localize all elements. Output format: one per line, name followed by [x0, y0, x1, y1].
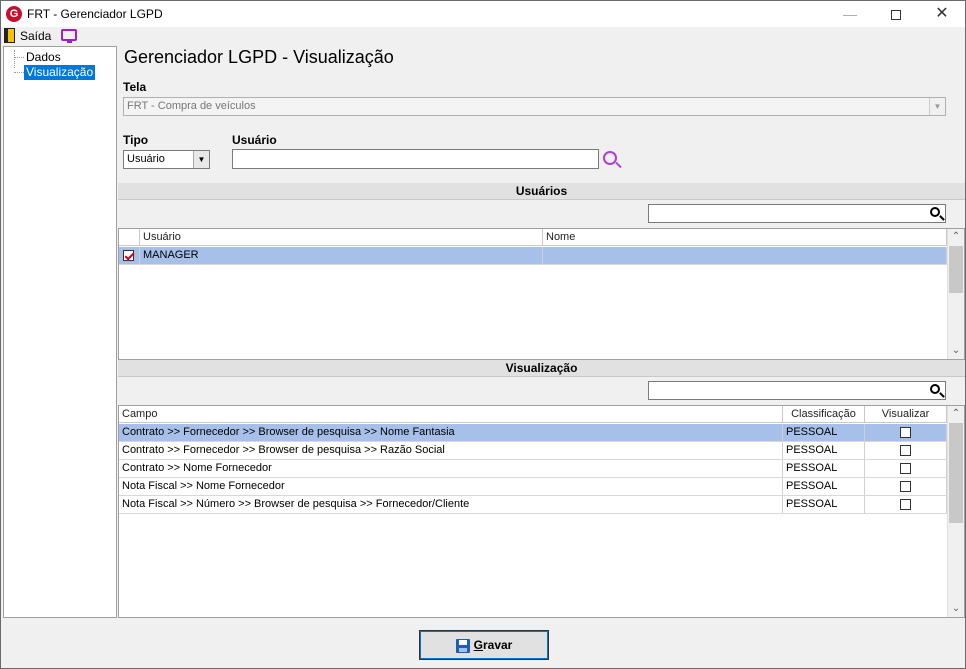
tela-label: Tela	[123, 80, 147, 94]
table-row[interactable]: Contrato >> Fornecedor >> Browser de pes…	[119, 442, 947, 460]
usuarios-grid: Usuário Nome MANAGER ⌃ ⌄	[118, 228, 965, 360]
select-column-header	[119, 229, 140, 246]
tipo-label: Tipo	[123, 133, 149, 147]
checkbox-unchecked-icon[interactable]	[900, 462, 911, 474]
cell-campo: Nota Fiscal >> Número >> Browser de pesq…	[119, 496, 783, 513]
checkbox-unchecked-icon[interactable]	[900, 426, 911, 438]
checkbox-unchecked-icon[interactable]	[900, 480, 911, 492]
table-row[interactable]: Nota Fiscal >> Número >> Browser de pesq…	[119, 496, 947, 514]
tela-select-value: FRT - Compra de veículos	[127, 100, 256, 112]
visualizar-checkbox-cell[interactable]	[865, 442, 947, 459]
maximize-button[interactable]	[873, 1, 919, 27]
tree-connector	[14, 50, 15, 68]
save-button-label: ravar	[482, 638, 513, 652]
usuario-input[interactable]	[232, 149, 599, 169]
visualizacao-search-input[interactable]	[648, 381, 946, 400]
cell-classificacao: PESSOAL	[783, 478, 865, 495]
usuario-label: Usuário	[232, 133, 277, 147]
tree-connector	[14, 57, 24, 58]
tree-item-dados[interactable]: Dados	[24, 50, 63, 65]
tree-item-visualizacao[interactable]: Visualização	[24, 65, 96, 80]
checkbox-checked-icon[interactable]	[123, 249, 134, 261]
visualizar-checkbox-cell[interactable]	[865, 478, 947, 495]
page-title: Gerenciador LGPD - Visualização	[124, 47, 394, 67]
minimize-button[interactable]: —	[827, 1, 873, 27]
vertical-scrollbar[interactable]: ⌃ ⌄	[947, 406, 964, 617]
visualizacao-section-header: Visualização	[118, 360, 965, 377]
exit-menu-item[interactable]: Saída	[20, 29, 51, 43]
row-checkbox[interactable]	[119, 247, 140, 264]
cell-campo: Contrato >> Fornecedor >> Browser de pes…	[119, 442, 783, 459]
maximize-icon	[891, 10, 901, 21]
tela-select: FRT - Compra de veículos ▼	[123, 97, 946, 116]
cell-nome	[543, 247, 947, 264]
table-row[interactable]: Contrato >> Fornecedor >> Browser de pes…	[119, 424, 947, 442]
chevron-down-icon[interactable]: ▼	[193, 151, 209, 168]
usuarios-search-input[interactable]	[648, 204, 946, 223]
search-icon[interactable]	[603, 151, 617, 165]
chevron-down-icon: ▼	[929, 98, 945, 115]
visualizacao-grid: Campo Classificação Visualizar Contrato …	[118, 405, 965, 618]
close-button[interactable]: ✕	[919, 1, 965, 27]
table-row[interactable]: Contrato >> Nome Fornecedor PESSOAL	[119, 460, 947, 478]
column-header-campo[interactable]: Campo	[119, 406, 783, 423]
checkbox-unchecked-icon[interactable]	[900, 498, 911, 510]
tipo-select[interactable]: Usuário ▼	[123, 150, 210, 169]
window-title: FRT - Gerenciador LGPD	[27, 7, 163, 21]
visualizar-checkbox-cell[interactable]	[865, 496, 947, 513]
app-logo-icon: G	[6, 6, 22, 22]
app-window: G FRT - Gerenciador LGPD — ✕ Saída Dados…	[0, 0, 966, 669]
monitor-icon[interactable]	[61, 29, 77, 43]
tipo-select-value: Usuário	[127, 153, 165, 165]
cell-classificacao: PESSOAL	[783, 442, 865, 459]
cell-campo: Contrato >> Fornecedor >> Browser de pes…	[119, 424, 783, 441]
search-icon[interactable]	[930, 207, 940, 217]
scroll-thumb[interactable]	[949, 423, 963, 523]
floppy-disk-icon	[455, 638, 470, 653]
visualizar-checkbox-cell[interactable]	[865, 424, 947, 441]
cell-campo: Nota Fiscal >> Nome Fornecedor	[119, 478, 783, 495]
scroll-up-icon[interactable]: ⌃	[948, 229, 964, 245]
table-row[interactable]: MANAGER	[119, 247, 947, 265]
column-header-classificacao[interactable]: Classificação	[783, 406, 865, 423]
navigation-tree: Dados Visualização	[3, 46, 117, 618]
title-bar: G FRT - Gerenciador LGPD — ✕	[1, 1, 965, 27]
cell-classificacao: PESSOAL	[783, 424, 865, 441]
visualizar-checkbox-cell[interactable]	[865, 460, 947, 477]
scroll-down-icon[interactable]: ⌄	[948, 601, 964, 617]
column-header-visualizar[interactable]: Visualizar	[865, 406, 947, 423]
cell-campo: Contrato >> Nome Fornecedor	[119, 460, 783, 477]
exit-door-icon[interactable]	[4, 28, 15, 43]
cell-usuario: MANAGER	[140, 247, 543, 264]
table-row[interactable]: Nota Fiscal >> Nome Fornecedor PESSOAL	[119, 478, 947, 496]
scroll-thumb[interactable]	[949, 246, 963, 293]
cell-classificacao: PESSOAL	[783, 460, 865, 477]
column-header-nome[interactable]: Nome	[543, 229, 947, 246]
save-button-accelerator: G	[473, 638, 483, 652]
scroll-up-icon[interactable]: ⌃	[948, 406, 964, 422]
scroll-down-icon[interactable]: ⌄	[948, 343, 964, 359]
vertical-scrollbar[interactable]: ⌃ ⌄	[947, 229, 964, 359]
column-header-usuario[interactable]: Usuário	[140, 229, 543, 246]
checkbox-unchecked-icon[interactable]	[900, 444, 911, 456]
tree-connector	[14, 72, 24, 73]
menu-bar: Saída	[1, 27, 965, 46]
save-button[interactable]: Gravar	[419, 630, 549, 660]
usuarios-section-header: Usuários	[118, 183, 965, 200]
search-icon[interactable]	[930, 384, 940, 394]
cell-classificacao: PESSOAL	[783, 496, 865, 513]
